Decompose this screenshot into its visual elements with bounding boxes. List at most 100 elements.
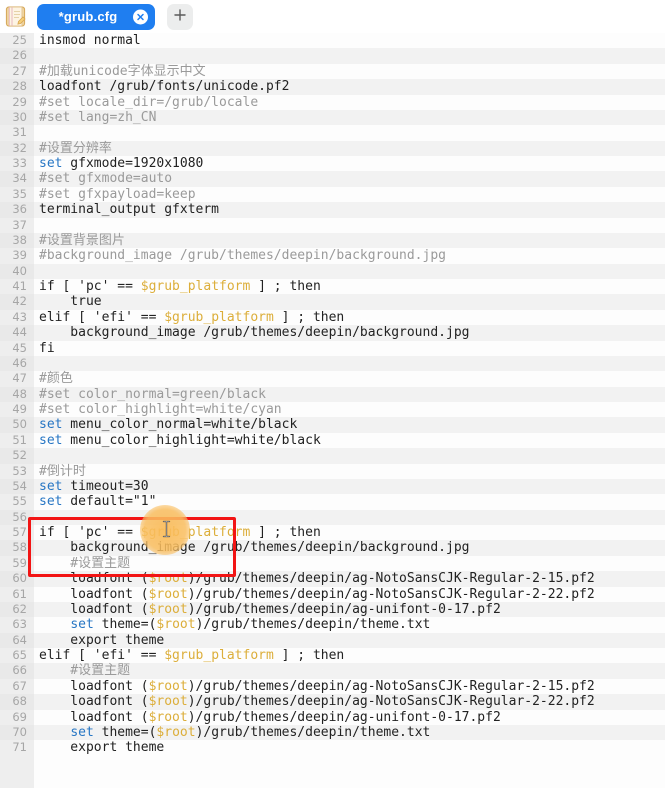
- code-line-text[interactable]: #倒计时: [34, 464, 665, 479]
- code-line-text[interactable]: [34, 448, 665, 464]
- code-line[interactable]: 41 if [ 'pc' == $grub_platform ] ; then: [0, 279, 665, 295]
- code-line-text[interactable]: set theme=($root)/grub/themes/deepin/the…: [34, 617, 665, 632]
- code-line[interactable]: 39 #background_image /grub/themes/deepin/…: [0, 248, 665, 264]
- code-line[interactable]: 55 set default="1": [0, 494, 665, 510]
- code-line[interactable]: 71 export theme: [0, 740, 665, 756]
- code-line-text[interactable]: elif [ 'efi' == $grub_platform ] ; then: [34, 648, 665, 663]
- code-line-text[interactable]: #set gfxmode=auto: [34, 171, 665, 187]
- code-line-text[interactable]: background_image /grub/themes/deepin/bac…: [34, 540, 665, 556]
- code-line-text[interactable]: loadfont /grub/fonts/unicode.pf2: [34, 79, 665, 95]
- code-line-text[interactable]: export theme: [34, 740, 665, 755]
- code-lines[interactable]: 25 insmod normal 26 27 #加载unicode字体显示中文 28 loa…: [0, 33, 665, 756]
- code-line-text[interactable]: insmod normal: [34, 33, 665, 48]
- code-line[interactable]: 70 set theme=($root)/grub/themes/deepin/…: [0, 724, 665, 741]
- code-line-text[interactable]: [34, 125, 665, 140]
- code-line-text[interactable]: loadfont ($root)/grub/themes/deepin/ag-N…: [34, 571, 665, 587]
- code-line[interactable]: 34 #set gfxmode=auto: [0, 171, 665, 187]
- code-line[interactable]: 28 loadfont /grub/fonts/unicode.pf2: [0, 79, 665, 95]
- code-line-text[interactable]: [34, 48, 665, 64]
- code-line[interactable]: 38 #设置背景图片: [0, 232, 665, 249]
- code-line[interactable]: 62 loadfont ($root)/grub/themes/deepin/a…: [0, 601, 665, 618]
- code-line[interactable]: 51 set menu_color_highlight=white/black: [0, 432, 665, 449]
- code-line[interactable]: 35 #set gfxpayload=keep: [0, 186, 665, 203]
- code-token: )/grub/themes/deepin/theme.txt: [195, 617, 431, 633]
- code-line[interactable]: 45 fi: [0, 340, 665, 356]
- code-line-text[interactable]: [34, 355, 665, 372]
- code-line-text[interactable]: loadfont ($root)/grub/themes/deepin/ag-N…: [34, 679, 665, 694]
- code-line-text[interactable]: loadfont ($root)/grub/themes/deepin/ag-u…: [34, 710, 665, 725]
- code-line-text[interactable]: true: [34, 294, 665, 310]
- code-line-text[interactable]: terminal_output gfxterm: [34, 202, 665, 218]
- code-line-text[interactable]: background_image /grub/themes/deepin/bac…: [34, 325, 665, 341]
- code-line[interactable]: 40: [0, 263, 665, 279]
- code-line[interactable]: 60 loadfont ($root)/grub/themes/deepin/a…: [0, 571, 665, 587]
- code-line-text[interactable]: set theme=($root)/grub/themes/deepin/the…: [34, 724, 665, 741]
- code-line[interactable]: 25 insmod normal: [0, 33, 665, 49]
- code-line[interactable]: 50 set menu_color_normal=white/black: [0, 417, 665, 433]
- code-line[interactable]: 54 set timeout=30: [0, 478, 665, 495]
- code-line-text[interactable]: loadfont ($root)/grub/themes/deepin/ag-N…: [34, 694, 665, 710]
- code-line-text[interactable]: set gfxmode=1920x1080: [34, 156, 665, 171]
- code-line[interactable]: 68 loadfont ($root)/grub/themes/deepin/a…: [0, 694, 665, 710]
- code-line[interactable]: 56: [0, 509, 665, 525]
- code-line-text[interactable]: #background_image /grub/themes/deepin/ba…: [34, 248, 665, 263]
- code-line[interactable]: 48 #set color_normal=green/black: [0, 386, 665, 402]
- code-line[interactable]: 49 #set color_highlight=white/cyan: [0, 402, 665, 418]
- code-line[interactable]: 65 elif [ 'efi' == $grub_platform ] ; the…: [0, 648, 665, 664]
- code-line[interactable]: 29 #set locale_dir=/grub/locale: [0, 94, 665, 110]
- tab-grub-cfg[interactable]: *grub.cfg: [37, 3, 155, 30]
- code-line[interactable]: 42 true: [0, 294, 665, 310]
- code-line[interactable]: 46: [0, 355, 665, 372]
- new-tab-button[interactable]: [167, 3, 193, 30]
- code-line-text[interactable]: #设置分辨率: [34, 140, 665, 156]
- code-line-text[interactable]: set menu_color_normal=white/black: [34, 417, 665, 433]
- code-line-text[interactable]: elif [ 'efi' == $grub_platform ] ; then: [34, 310, 665, 325]
- code-line[interactable]: 47 #颜色: [0, 371, 665, 387]
- code-line[interactable]: 32 #设置分辨率: [0, 140, 665, 156]
- close-icon[interactable]: [133, 9, 148, 24]
- code-line-text[interactable]: set default="1": [34, 494, 665, 509]
- code-line[interactable]: 44 background_image /grub/themes/deepin/…: [0, 325, 665, 341]
- code-line-text[interactable]: [34, 509, 665, 525]
- code-line-text[interactable]: [34, 263, 665, 279]
- code-line[interactable]: 27 #加载unicode字体显示中文: [0, 63, 665, 80]
- code-line-text[interactable]: #set color_normal=green/black: [34, 386, 665, 402]
- code-line-text[interactable]: if [ 'pc' == $grub_platform ] ; then: [34, 525, 665, 540]
- code-line[interactable]: 36 terminal_output gfxterm: [0, 202, 665, 218]
- code-line[interactable]: 63 set theme=($root)/grub/themes/deepin/…: [0, 617, 665, 633]
- code-line[interactable]: 69 loadfont ($root)/grub/themes/deepin/a…: [0, 709, 665, 725]
- code-line-text[interactable]: #set color_highlight=white/cyan: [34, 402, 665, 417]
- code-line[interactable]: 57 if [ 'pc' == $grub_platform ] ; then: [0, 525, 665, 541]
- code-line[interactable]: 52: [0, 448, 665, 464]
- code-line-text[interactable]: export theme: [34, 632, 665, 648]
- code-line-text[interactable]: #颜色: [34, 371, 665, 386]
- code-line-text[interactable]: loadfont ($root)/grub/themes/deepin/ag-N…: [34, 587, 665, 602]
- code-line[interactable]: 31: [0, 125, 665, 141]
- code-line-text[interactable]: #加载unicode字体显示中文: [34, 64, 665, 79]
- code-line[interactable]: 66 #设置主题: [0, 663, 665, 679]
- code-line-text[interactable]: [34, 218, 665, 233]
- code-line-text[interactable]: #设置背景图片: [34, 232, 665, 249]
- code-line-text[interactable]: set menu_color_highlight=white/black: [34, 433, 665, 448]
- code-line[interactable]: 26: [0, 48, 665, 64]
- code-line-text[interactable]: loadfont ($root)/grub/themes/deepin/ag-u…: [34, 601, 665, 618]
- code-line-text[interactable]: fi: [34, 341, 665, 356]
- code-line-text[interactable]: #设置主题: [34, 663, 665, 679]
- code-line-text[interactable]: #set lang=zh_CN: [34, 109, 665, 126]
- code-line[interactable]: 37: [0, 217, 665, 233]
- code-line[interactable]: 61 loadfont ($root)/grub/themes/deepin/a…: [0, 586, 665, 602]
- code-editor[interactable]: 25 insmod normal 26 27 #加载unicode字体显示中文 28 loa…: [0, 33, 665, 788]
- code-line[interactable]: 67 loadfont ($root)/grub/themes/deepin/a…: [0, 678, 665, 695]
- code-line-text[interactable]: #设置主题: [34, 556, 665, 571]
- code-line-text[interactable]: set timeout=30: [34, 478, 665, 495]
- code-line[interactable]: 64 export theme: [0, 632, 665, 648]
- code-line[interactable]: 43 elif [ 'efi' == $grub_platform ] ; the…: [0, 309, 665, 326]
- code-line[interactable]: 58 background_image /grub/themes/deepin/…: [0, 540, 665, 556]
- code-line[interactable]: 30 #set lang=zh_CN: [0, 109, 665, 126]
- code-line[interactable]: 53 #倒计时: [0, 463, 665, 479]
- code-line-text[interactable]: #set gfxpayload=keep: [34, 187, 665, 202]
- code-line-text[interactable]: #set locale_dir=/grub/locale: [34, 95, 665, 110]
- code-line[interactable]: 59 #设置主题: [0, 555, 665, 572]
- code-line[interactable]: 33 set gfxmode=1920x1080: [0, 156, 665, 172]
- code-line-text[interactable]: if [ 'pc' == $grub_platform ] ; then: [34, 279, 665, 294]
